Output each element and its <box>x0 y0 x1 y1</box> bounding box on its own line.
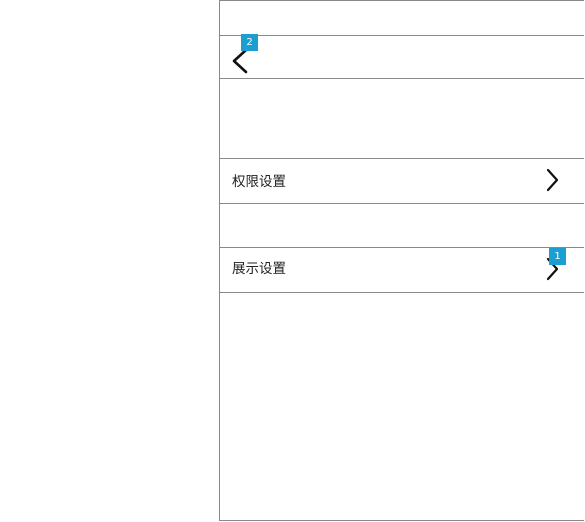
settings-row-label: 权限设置 <box>232 174 286 190</box>
row1-bottom-divider <box>220 203 584 204</box>
nav-top-divider <box>220 35 584 36</box>
settings-row-label: 展示设置 <box>232 261 286 277</box>
display-row-badge: 1 <box>549 248 566 265</box>
back-button-badge: 2 <box>241 34 258 51</box>
chevron-right-icon <box>545 168 559 192</box>
settings-panel: 2 权限设置 展示设置 1 <box>219 0 584 521</box>
settings-row-permission[interactable]: 权限设置 <box>220 159 584 203</box>
top-divider <box>220 0 584 1</box>
nav-bottom-divider <box>220 78 584 79</box>
settings-row-display[interactable]: 展示设置 <box>220 248 584 292</box>
row2-bottom-divider <box>220 292 584 293</box>
